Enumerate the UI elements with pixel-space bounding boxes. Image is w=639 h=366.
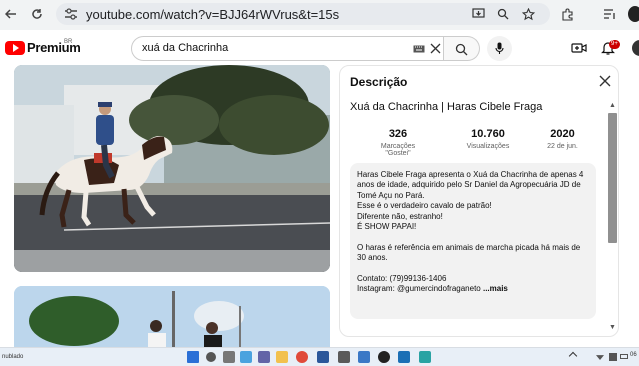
browser-toolbar: youtube.com/watch?v=BJJ64rWVrus&t=15s xyxy=(0,0,639,30)
likes-label: Marcações "Gostei" xyxy=(380,143,416,157)
address-bar[interactable]: youtube.com/watch?v=BJJ64rWVrus&t=15s xyxy=(56,3,550,25)
clear-search-icon[interactable] xyxy=(430,43,441,54)
search-button[interactable] xyxy=(444,36,480,61)
youtube-header: Premium BR xuá da Chacrinha xyxy=(0,30,639,66)
install-app-icon[interactable] xyxy=(470,6,486,22)
profile-avatar[interactable] xyxy=(628,6,639,22)
views-label: Visualizações xyxy=(466,143,510,150)
url-text[interactable]: youtube.com/watch?v=BJJ64rWVrus&t=15s xyxy=(86,7,339,22)
widgets-icon[interactable] xyxy=(240,351,252,363)
video-player[interactable] xyxy=(14,65,330,272)
bookmark-star-icon[interactable] xyxy=(520,6,536,22)
video-title: Xuá da Chacrinha | Haras Cibele Fraga xyxy=(350,101,543,113)
close-icon[interactable] xyxy=(598,74,612,88)
back-arrow-icon[interactable] xyxy=(2,5,20,23)
site-settings-icon[interactable] xyxy=(64,8,78,20)
youtube-brand[interactable]: Premium xyxy=(27,40,81,55)
clock[interactable]: 06 xyxy=(630,352,637,358)
date-stat: 2020 22 de jun. xyxy=(540,128,585,150)
scroll-up-arrow-icon[interactable]: ▲ xyxy=(609,102,616,109)
file-explorer-icon[interactable] xyxy=(276,351,288,363)
keyboard-icon[interactable] xyxy=(413,45,425,53)
voice-search-button[interactable] xyxy=(487,36,512,61)
chevron-up-icon[interactable] xyxy=(568,351,578,361)
panel-title: Descrição xyxy=(350,75,408,89)
media-player-icon[interactable] xyxy=(378,351,390,363)
search-icon xyxy=(455,43,468,56)
edge-icon[interactable] xyxy=(419,351,431,363)
create-video-icon[interactable] xyxy=(571,40,587,56)
extensions-icon[interactable] xyxy=(558,5,576,23)
show-more-link[interactable]: ...mais xyxy=(483,284,508,293)
settings-gear-icon[interactable] xyxy=(338,351,350,363)
upload-year: 2020 xyxy=(550,128,575,140)
outlook-icon[interactable] xyxy=(398,351,410,363)
upload-date: 22 de jun. xyxy=(547,143,578,150)
teams-icon[interactable] xyxy=(258,351,270,363)
zoom-icon[interactable] xyxy=(495,6,511,22)
related-video-image xyxy=(14,286,330,348)
task-view-icon[interactable] xyxy=(223,351,235,363)
views-stat: 10.760 Visualizações xyxy=(458,128,518,150)
word-icon[interactable] xyxy=(317,351,329,363)
country-code: BR xyxy=(64,39,73,45)
youtube-logo-icon[interactable] xyxy=(5,41,25,55)
related-video-thumbnail[interactable] xyxy=(14,286,330,348)
wifi-icon[interactable] xyxy=(596,355,604,360)
search-input[interactable]: xuá da Chacrinha xyxy=(131,36,444,61)
scroll-down-arrow-icon[interactable]: ▼ xyxy=(609,324,616,331)
windows-taskbar: nublado 06 xyxy=(0,347,639,366)
description-body: Haras Cibele Fraga apresenta o Xuá da Ch… xyxy=(357,170,584,294)
battery-icon[interactable] xyxy=(620,354,628,359)
search-taskbar-icon[interactable] xyxy=(206,352,216,362)
likes-stat: 326 Marcações "Gostei" xyxy=(378,128,418,157)
notification-count-badge: 9+ xyxy=(609,40,620,49)
description-panel: Descrição Xuá da Chacrinha | Haras Cibel… xyxy=(339,65,619,337)
views-count: 10.760 xyxy=(471,128,505,140)
description-text-box[interactable]: Haras Cibele Fraga apresenta o Xuá da Ch… xyxy=(350,163,596,319)
volume-icon[interactable] xyxy=(609,353,617,361)
reload-icon[interactable] xyxy=(28,5,46,23)
search-query[interactable]: xuá da Chacrinha xyxy=(142,42,228,54)
scrollbar-thumb[interactable] xyxy=(608,113,617,243)
weather-widget[interactable]: nublado xyxy=(2,354,23,360)
reading-list-icon[interactable] xyxy=(600,5,618,23)
likes-count: 326 xyxy=(388,128,408,140)
windows-start-icon[interactable] xyxy=(187,351,199,363)
chrome-icon[interactable] xyxy=(296,351,308,363)
photos-icon[interactable] xyxy=(358,351,370,363)
video-frame-image xyxy=(14,65,330,272)
microphone-icon xyxy=(495,42,504,54)
